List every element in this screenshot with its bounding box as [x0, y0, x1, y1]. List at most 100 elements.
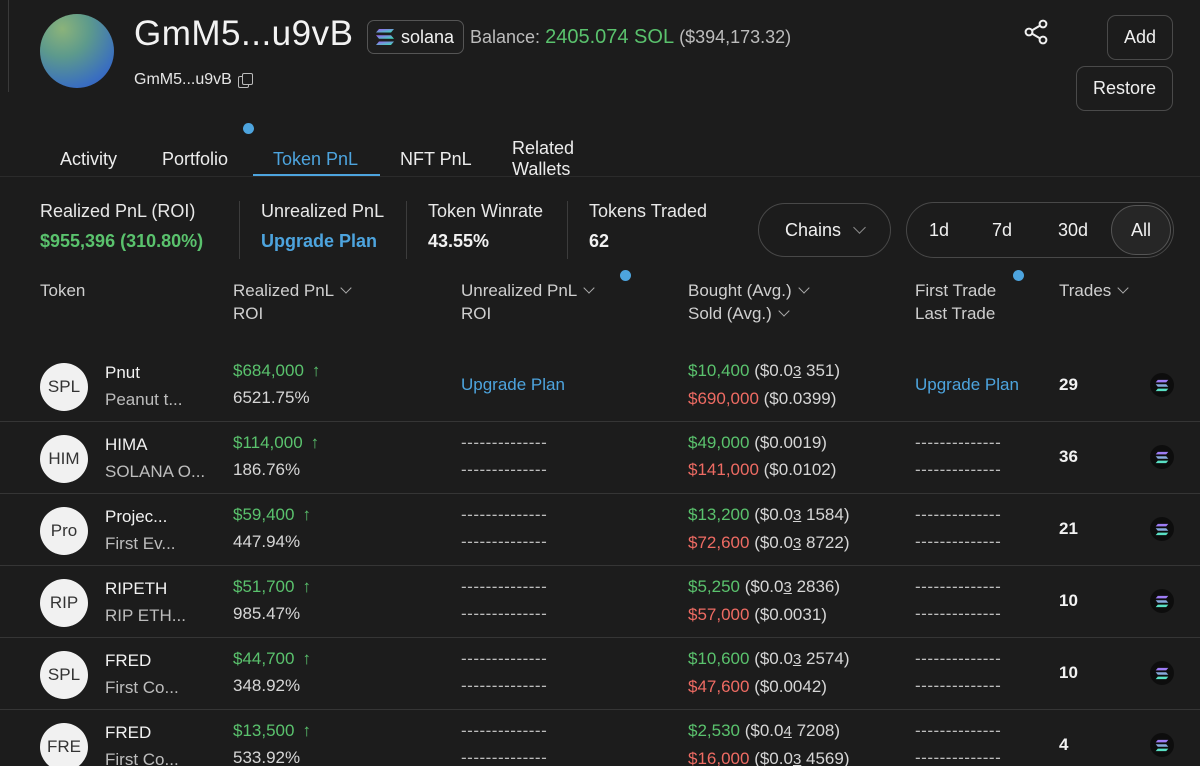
col-realized[interactable]: Realized PnL ROI — [233, 279, 352, 325]
col-first-trade: First Trade — [915, 281, 997, 300]
col-realized-roi: ROI — [233, 304, 264, 323]
solana-icon — [1150, 445, 1174, 469]
restore-button[interactable]: Restore — [1076, 66, 1173, 111]
copy-icon[interactable] — [237, 73, 253, 88]
sold-value: $57,000 — [688, 605, 750, 624]
stat-realized-value: $955,396 (310.80%) — [40, 231, 204, 251]
realized-pnl: $114,000 ↑ 186.76% — [233, 429, 319, 483]
token-name[interactable]: HIMA — [105, 431, 205, 458]
trades-count: 21 — [1059, 519, 1078, 538]
wallet-address: GmM5...u9vB — [134, 71, 253, 89]
first-last-trade[interactable]: Upgrade Plan — [915, 371, 1019, 398]
token-info: HIMA SOLANA O... — [105, 431, 205, 485]
bought-value: $5,250 — [688, 577, 740, 596]
bought-avg: ($0.0 — [744, 721, 784, 740]
range-1d[interactable]: 1d — [909, 205, 969, 255]
sold-avg: ($0.0102) — [763, 460, 837, 479]
bought-avg: ($0.0019) — [754, 433, 827, 452]
bought-avg: ($0.0 — [754, 505, 793, 524]
tab-activity[interactable]: Activity — [40, 142, 162, 176]
bought-avg-tail: 2574) — [806, 649, 850, 668]
token-name[interactable]: Pnut — [105, 359, 183, 386]
stat-unrealized-label: Unrealized PnL — [261, 201, 385, 221]
unrealized-pnl-value: Upgrade Plan — [461, 375, 565, 394]
first-trade-value: -------------- — [915, 649, 1002, 668]
balance-usd: ($394,173.32) — [679, 27, 792, 47]
unrealized-pnl: -------------- -------------- — [461, 717, 547, 766]
stat-divider — [239, 201, 240, 259]
tab-portfolio[interactable]: Portfolio — [162, 142, 253, 176]
arrow-up-icon: ↑ — [310, 433, 320, 452]
range-7d[interactable]: 7d — [969, 205, 1035, 255]
last-trade-value: -------------- — [915, 748, 1002, 766]
table-row[interactable]: SPL FRED First Co... $44,700 ↑ 348.92% --… — [0, 637, 1200, 709]
row-divider — [0, 493, 1200, 494]
token-subtitle: SOLANA O... — [105, 462, 206, 481]
tab-token-pnl[interactable]: Token PnL — [253, 142, 380, 176]
token-name[interactable]: FRED — [105, 647, 179, 674]
add-button[interactable]: Add — [1107, 15, 1173, 60]
token-name[interactable]: Projec... — [105, 503, 176, 530]
unrealized-pnl[interactable]: Upgrade Plan — [461, 371, 565, 398]
bought-sold: $13,200 ($0.03 1584) $72,600 ($0.03 8722… — [688, 501, 850, 557]
chevron-down-icon — [340, 282, 352, 294]
bought-avg: ($0.0 — [754, 649, 793, 668]
table-row[interactable]: FRE FRED First Co... $13,500 ↑ 533.92% --… — [0, 709, 1200, 766]
table-row[interactable]: RIP RIPETH RIP ETH... $51,700 ↑ 985.47% -… — [0, 565, 1200, 637]
token-name[interactable]: RIPETH — [105, 575, 186, 602]
token-icon: Pro — [40, 507, 88, 555]
col-unrealized-label: Unrealized PnL — [461, 281, 578, 300]
realized-roi-value: 6521.75% — [233, 388, 310, 407]
bought-value: $2,530 — [688, 721, 740, 740]
unrealized-roi-value: -------------- — [461, 604, 548, 623]
upgrade-plan-link[interactable]: Upgrade Plan — [261, 231, 384, 252]
token-subtitle: RIP ETH... — [105, 606, 186, 625]
token-info: Pnut Peanut t... — [105, 359, 183, 413]
solana-icon — [1150, 517, 1174, 541]
token-name[interactable]: FRED — [105, 719, 179, 746]
table-row[interactable]: SPL Pnut Peanut t... $684,000 ↑ 6521.75% … — [0, 349, 1200, 421]
first-trade-value: -------------- — [915, 505, 1002, 524]
token-info: FRED First Co... — [105, 719, 179, 766]
realized-pnl: $13,500 ↑ 533.92% — [233, 717, 311, 766]
balance-label: Balance: — [470, 27, 541, 47]
bought-avg-tail: 7208) — [796, 721, 841, 740]
realized-pnl: $59,400 ↑ 447.94% — [233, 501, 311, 555]
zero-count: 3 — [783, 579, 792, 596]
sold-value: $72,600 — [688, 533, 750, 552]
trades-count: 10 — [1059, 591, 1078, 610]
stat-traded-label: Tokens Traded — [589, 201, 708, 221]
trades-count: 36 — [1059, 447, 1078, 466]
unrealized-pnl-value: -------------- — [461, 505, 548, 524]
chain-badge[interactable]: solana — [367, 20, 465, 54]
chains-dropdown[interactable]: Chains — [758, 203, 891, 257]
share-icon[interactable] — [1022, 18, 1050, 46]
table-row[interactable]: Pro Projec... First Ev... $59,400 ↑ 447.9… — [0, 493, 1200, 565]
range-30d[interactable]: 30d — [1035, 205, 1111, 255]
token-info: Projec... First Ev... — [105, 503, 176, 557]
col-first-last: First Trade Last Trade — [915, 279, 996, 325]
first-last-trade: -------------- -------------- — [915, 645, 1001, 699]
stat-winrate-label: Token Winrate — [428, 201, 544, 221]
token-subtitle: Peanut t... — [105, 390, 183, 409]
realized-pnl-value: $684,000 — [233, 361, 304, 380]
tab-nft-pnl[interactable]: NFT PnL — [380, 142, 492, 176]
table-row[interactable]: HIM HIMA SOLANA O... $114,000 ↑ 186.76% -… — [0, 421, 1200, 493]
bought-avg: ($0.0 — [744, 577, 784, 596]
bought-value: $10,400 — [688, 361, 750, 380]
tab-related-wallets[interactable]: Related Wallets — [492, 138, 652, 179]
col-unrealized[interactable]: Unrealized PnL ROI — [461, 279, 595, 325]
notification-dot — [243, 123, 254, 134]
balance-value: 2405.074 SOL — [545, 26, 675, 48]
range-all[interactable]: All — [1111, 205, 1171, 255]
stat-realized: Realized PnL (ROI) $955,396 (310.80%) — [40, 201, 203, 252]
col-bought-label: Bought (Avg.) — [688, 281, 792, 300]
zero-count: 3 — [792, 363, 802, 380]
arrow-up-icon: ↑ — [302, 649, 311, 668]
col-bought-sold[interactable]: Bought (Avg.) Sold (Avg.) — [688, 279, 810, 325]
col-trades[interactable]: Trades — [1059, 279, 1129, 302]
unrealized-roi-value: -------------- — [461, 460, 548, 479]
bought-avg: ($0.0 — [754, 361, 793, 380]
zero-count: 4 — [783, 723, 792, 740]
col-realized-label: Realized PnL — [233, 281, 335, 300]
